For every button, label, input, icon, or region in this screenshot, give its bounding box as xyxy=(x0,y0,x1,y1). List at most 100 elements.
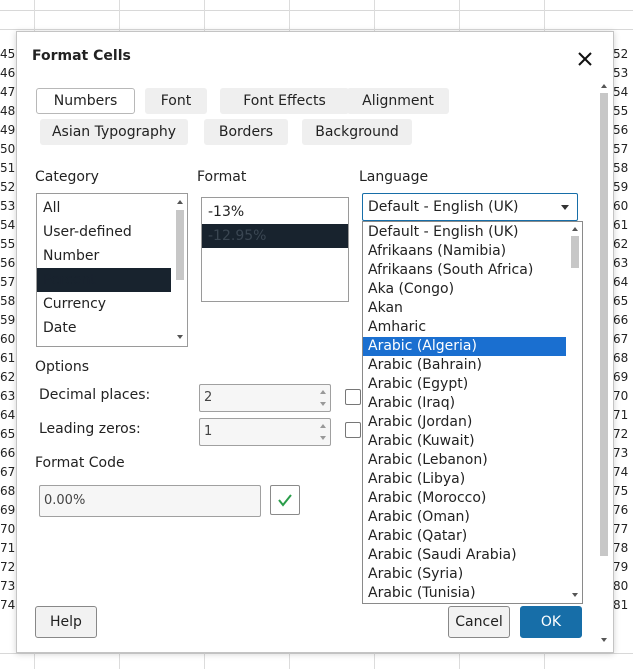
grid-line xyxy=(0,653,633,654)
language-option[interactable]: Arabic (Egypt) xyxy=(363,375,566,394)
scroll-down-icon[interactable] xyxy=(177,335,183,339)
row-number: 59 xyxy=(613,180,629,194)
category-label: Category xyxy=(35,169,99,185)
language-option[interactable]: Arabic (Bahrain) xyxy=(363,356,566,375)
spin-up-icon[interactable] xyxy=(320,424,326,428)
language-option[interactable]: Akan xyxy=(363,299,566,318)
language-option[interactable]: Arabic (Kuwait) xyxy=(363,432,566,451)
format-code-input[interactable]: 0.00% xyxy=(39,485,261,517)
language-option[interactable]: Arabic (Saudi Arabia) xyxy=(363,546,566,565)
category-item-selected[interactable]: Percent xyxy=(37,268,171,292)
scroll-up-icon[interactable] xyxy=(601,84,607,88)
scroll-up-icon[interactable] xyxy=(177,200,183,204)
format-item-selected[interactable]: -12.95% xyxy=(202,224,348,248)
checkmark-icon xyxy=(278,494,292,507)
language-option[interactable]: Arabic (Oman) xyxy=(363,508,566,527)
language-option[interactable]: Afrikaans (South Africa) xyxy=(363,261,566,280)
language-dropdown[interactable]: Default - English (UK) Afrikaans (Namibia… xyxy=(362,221,583,604)
language-option[interactable]: Arabic (Qatar) xyxy=(363,527,566,546)
language-option[interactable]: Amharic xyxy=(363,318,566,337)
scroll-down-icon[interactable] xyxy=(601,638,607,642)
scroll-thumb[interactable] xyxy=(176,210,184,280)
language-option[interactable]: Arabic (Iraq) xyxy=(363,394,566,413)
scroll-thumb[interactable] xyxy=(571,236,579,268)
language-option-highlighted[interactable]: Arabic (Algeria) xyxy=(363,337,566,356)
options-label: Options xyxy=(35,359,90,375)
row-number: 63. xyxy=(0,389,20,403)
chevron-down-icon[interactable] xyxy=(561,205,569,210)
spin-down-icon[interactable] xyxy=(320,436,326,440)
language-option[interactable]: Arabic (Libya) xyxy=(363,470,566,489)
dialog-scrollbar[interactable] xyxy=(598,78,610,648)
language-option[interactable]: Afrikaans (Namibia) xyxy=(363,242,566,261)
format-cells-dialog: Format Cells Numbers Font Font Effects A… xyxy=(16,31,614,653)
row-number: 75 xyxy=(613,484,629,498)
language-options: Default - English (UK) Afrikaans (Namibia… xyxy=(363,222,582,603)
language-value: Default - English (UK) xyxy=(368,199,519,215)
leading-zeros-label: Leading zeros: xyxy=(39,421,141,437)
decimal-places-spinner[interactable]: 2 xyxy=(199,384,331,412)
row-number: 74. xyxy=(0,598,20,612)
row-number: 62. xyxy=(0,370,20,384)
scroll-up-icon[interactable] xyxy=(572,227,578,231)
cancel-button[interactable]: Cancel xyxy=(448,606,510,638)
tab-font-effects[interactable]: Font Effects xyxy=(220,88,349,114)
thousands-separator-checkbox[interactable] xyxy=(345,422,361,438)
spin-up-icon[interactable] xyxy=(320,390,326,394)
category-item[interactable]: User-defined xyxy=(37,220,187,244)
category-item[interactable]: Number xyxy=(37,244,187,268)
spin-down-icon[interactable] xyxy=(320,402,326,406)
tab-alignment[interactable]: Alignment xyxy=(347,88,449,114)
scroll-thumb[interactable] xyxy=(600,93,608,556)
row-number: 55 xyxy=(613,104,629,118)
format-item[interactable]: -13% xyxy=(202,200,348,224)
row-number: 50. xyxy=(0,142,20,156)
tab-font[interactable]: Font xyxy=(145,88,207,114)
leading-zeros-spinner[interactable]: 1 xyxy=(199,418,331,446)
category-item[interactable]: Currency xyxy=(37,292,187,316)
format-label: Format xyxy=(197,169,247,185)
help-button[interactable]: Help xyxy=(35,606,97,638)
leading-zeros-value: 1 xyxy=(204,424,213,439)
ok-button[interactable]: OK xyxy=(520,606,582,638)
language-option[interactable]: Arabic (Jordan) xyxy=(363,413,566,432)
language-option[interactable]: Aka (Congo) xyxy=(363,280,566,299)
category-list[interactable]: All User-defined Number Percent Currency… xyxy=(36,193,188,347)
negative-red-checkbox[interactable] xyxy=(345,389,361,405)
tab-numbers[interactable]: Numbers xyxy=(36,88,135,114)
row-number: 69. xyxy=(0,503,20,517)
tab-asian-typography[interactable]: Asian Typography xyxy=(40,119,188,145)
tab-background[interactable]: Background xyxy=(302,119,412,145)
language-option[interactable]: Arabic (Lebanon) xyxy=(363,451,566,470)
category-item[interactable]: All xyxy=(37,196,187,220)
language-option[interactable]: Arabic (Syria) xyxy=(363,565,566,584)
language-label: Language xyxy=(359,169,429,185)
row-number: 53 xyxy=(613,66,629,80)
row-number: 79 xyxy=(613,560,629,574)
row-number: 73. xyxy=(0,579,20,593)
format-list[interactable]: -13% -12.95% xyxy=(201,197,349,302)
language-scrollbar[interactable] xyxy=(568,222,582,603)
decimal-places-value: 2 xyxy=(204,390,213,405)
format-code-label: Format Code xyxy=(35,455,125,471)
close-icon[interactable] xyxy=(575,49,595,69)
row-number: 48. xyxy=(0,104,20,118)
row-number: 74 xyxy=(613,465,629,479)
tab-borders[interactable]: Borders xyxy=(204,119,288,145)
row-number: 54 xyxy=(613,85,629,99)
category-scrollbar[interactable] xyxy=(173,194,187,346)
apply-format-code-button[interactable] xyxy=(270,485,300,515)
scroll-down-icon[interactable] xyxy=(572,593,578,597)
language-option[interactable]: Default - English (UK) xyxy=(363,223,566,242)
row-number: 54. xyxy=(0,218,20,232)
language-option[interactable]: Arabic (Tunisia) xyxy=(363,584,566,603)
language-combobox[interactable]: Default - English (UK) xyxy=(362,193,578,221)
row-number: 52. xyxy=(0,180,20,194)
row-number: 58 xyxy=(613,161,629,175)
language-option[interactable]: Arabic (Morocco) xyxy=(363,489,566,508)
row-number: 53. xyxy=(0,199,20,213)
row-number: 81 xyxy=(613,598,629,612)
category-item[interactable]: Date xyxy=(37,316,187,340)
row-number: 59. xyxy=(0,313,20,327)
row-number: 66 xyxy=(613,313,629,327)
